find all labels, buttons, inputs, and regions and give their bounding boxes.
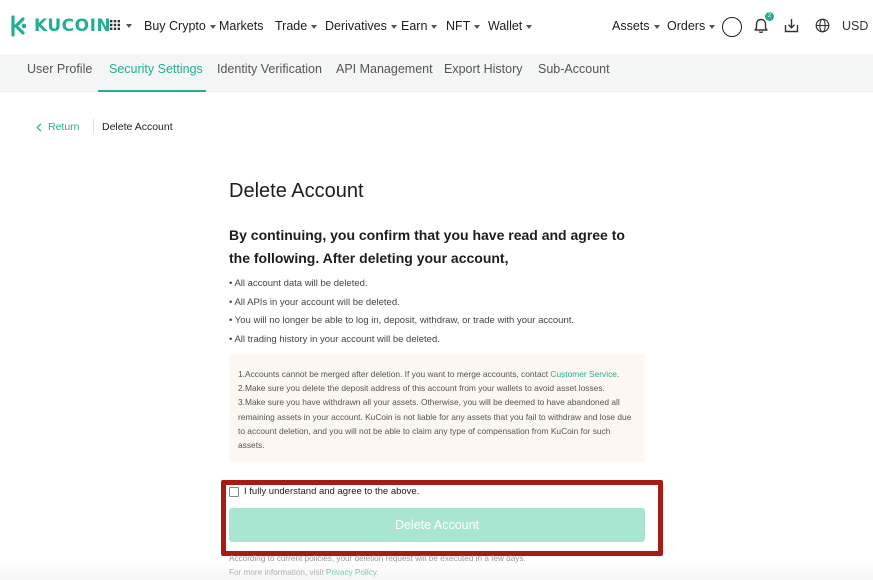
nav-orders[interactable]: Orders [667,19,716,33]
nav-wallet-label: Wallet [488,19,523,33]
language-button[interactable] [815,18,830,38]
agree-checkbox-row[interactable]: I fully understand and agree to the abov… [229,486,419,497]
tab-sub-account[interactable]: Sub-Account [538,62,610,76]
brand-name: KUCOIN [34,16,112,36]
nav-orders-label: Orders [667,19,706,33]
download-button[interactable] [784,18,799,38]
notice-line-3: 3.Make sure you have withdrawn all your … [238,397,632,451]
nav-earn[interactable]: Earn [401,19,438,33]
notice-line-1-suffix: . [616,369,620,379]
chevron-left-icon [36,122,42,132]
consequences-list: • All account data will be deleted. • Al… [229,277,574,351]
return-label: Return [48,121,80,133]
tab-export-history[interactable]: Export History [444,62,523,76]
nav-assets-label: Assets [612,19,650,33]
agree-checkbox[interactable] [229,486,239,497]
chevron-down-icon [474,24,481,29]
nav-buy-crypto[interactable]: Buy Crypto [144,19,216,33]
apps-grid-icon [110,20,120,30]
list-item-text: All account data will be deleted. [234,278,368,289]
breadcrumb-current: Delete Account [102,121,173,133]
list-item-text: You will no longer be able to log in, de… [234,315,575,326]
account-subnav: User Profile Security Settings Identity … [0,54,873,92]
nav-buy-crypto-label: Buy Crypto [144,19,206,33]
list-item: • All APIs in your account will be delet… [229,296,400,308]
warning-notice: 1.Accounts cannot be merged after deleti… [229,354,645,462]
page-title: Delete Account [229,180,364,202]
nav-earn-label: Earn [401,19,428,33]
return-link[interactable]: Return [36,121,80,133]
chevron-down-icon [526,24,533,29]
currency-selector[interactable]: USD [842,19,868,33]
chevron-down-icon [431,24,438,29]
download-icon [784,19,799,33]
bell-icon [754,18,768,34]
tab-security-settings[interactable]: Security Settings [109,62,203,76]
nav-markets-label: Markets [219,19,264,33]
chevron-down-icon [126,23,132,28]
nav-nft[interactable]: NFT [446,19,481,33]
nav-derivatives-label: Derivatives [325,19,387,33]
breadcrumb-divider [93,119,94,133]
notification-button[interactable] [754,18,768,39]
bottom-fade [0,560,873,580]
customer-service-link[interactable]: Customer Service [550,369,617,379]
list-item: • You will no longer be able to log in, … [229,315,575,326]
privacy-note: For more information, visit Privacy Poli… [229,568,379,577]
nav-assets[interactable]: Assets [612,19,660,33]
agree-label: I fully understand and agree to the abov… [244,486,420,497]
delete-account-button[interactable]: Delete Account [229,508,645,542]
notice-line-1-text: 1.Accounts cannot be merged after deleti… [238,369,551,379]
privacy-note-suffix: . [376,568,379,577]
notice-line-2: 2.Make sure you delete the deposit addre… [238,383,605,394]
chevron-down-icon [709,24,716,29]
privacy-policy-link[interactable]: Privacy Policy [326,568,376,577]
tab-api-management[interactable]: API Management [336,62,433,76]
chevron-down-icon [390,24,397,29]
chevron-down-icon [311,24,318,29]
apps-menu-button[interactable] [110,20,132,30]
nav-nft-label: NFT [446,19,471,33]
chevron-down-icon [653,24,660,29]
kucoin-logo-icon [11,15,27,37]
nav-derivatives[interactable]: Derivatives [325,19,397,33]
globe-icon [815,18,830,33]
kucoin-logo[interactable]: KUCOIN [10,15,111,37]
notification-badge: 2 [765,12,774,21]
nav-markets[interactable]: Markets [219,19,263,33]
list-item: • All trading history in your account wi… [229,333,440,345]
list-item-text: All trading history in your account will… [234,333,440,345]
confirmation-lead: By continuing, you confirm that you have… [229,227,625,266]
tab-user-profile[interactable]: User Profile [27,62,92,76]
deletion-policy-note: According to current policies, your dele… [229,554,526,563]
active-tab-indicator [98,90,206,92]
nav-wallet[interactable]: Wallet [488,19,533,33]
nav-trade[interactable]: Trade [275,19,318,33]
privacy-note-text: For more information, visit [229,568,326,577]
tab-identity-verification[interactable]: Identity Verification [217,62,322,76]
avatar[interactable] [722,17,742,37]
list-item-text: All APIs in your account will be deleted… [234,296,400,308]
top-navbar: KUCOIN Buy Crypto Markets Trade Derivati… [0,0,873,54]
notice-line-1: 1.Accounts cannot be merged after deleti… [238,367,636,381]
list-item: • All account data will be deleted. [229,278,368,289]
chevron-down-icon [209,24,216,29]
nav-trade-label: Trade [275,19,308,33]
